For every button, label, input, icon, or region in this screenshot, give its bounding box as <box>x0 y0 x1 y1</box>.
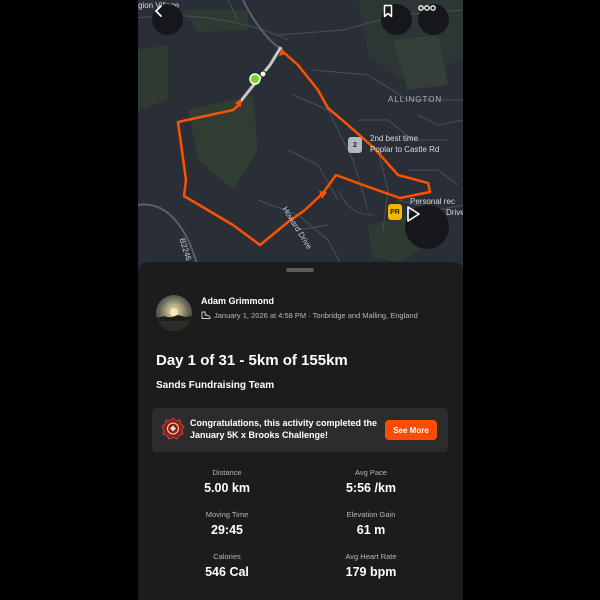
end-marker <box>259 70 267 78</box>
stat-value: 61 m <box>356 523 386 537</box>
stat-calories: Calories 546 Cal <box>152 552 302 579</box>
stat-avg-heart-rate: Avg Heart Rate 179 bpm <box>296 552 446 579</box>
stat-value: 546 Cal <box>205 565 249 579</box>
stat-label: Moving Time <box>205 510 249 519</box>
challenge-badge-icon <box>161 417 185 440</box>
segment-badge-text: 2 <box>353 141 357 149</box>
avatar-image <box>156 308 192 331</box>
club-name[interactable]: Sands Fundraising Team <box>156 380 274 391</box>
play-icon <box>407 206 420 222</box>
activity-screen: gion Village ALLINGTON Howard Drive B224… <box>138 0 463 600</box>
more-options-button[interactable] <box>418 4 449 35</box>
sheet-drag-handle[interactable] <box>286 268 314 272</box>
pr-badge[interactable]: PR <box>388 204 402 220</box>
stat-label: Distance <box>212 468 242 477</box>
bookmark-icon <box>383 4 393 18</box>
challenge-banner[interactable]: Congratulations, this activity completed… <box>152 408 448 452</box>
see-more-button[interactable]: See More <box>385 420 437 440</box>
activity-details-sheet[interactable]: Adam Grimmond January 1, 2026 at 4:58 PM… <box>138 262 463 600</box>
stat-value: 29:45 <box>211 523 243 537</box>
segment-badge[interactable]: 2 <box>348 137 362 153</box>
start-marker <box>249 73 261 85</box>
segment-label-1: 2nd best time <box>370 134 419 143</box>
save-route-button[interactable] <box>381 4 412 35</box>
activity-meta-text: January 1, 2026 at 4:58 PM · Tonbridge a… <box>214 311 418 320</box>
challenge-text: Congratulations, this activity completed… <box>190 418 378 440</box>
stat-label: Avg Heart Rate <box>345 552 397 561</box>
stat-value: 179 bpm <box>345 565 397 579</box>
segment-label-2: Poplar to Castle Rd <box>370 145 440 154</box>
pr-badge-text: PR <box>390 208 400 216</box>
route-map[interactable]: gion Village ALLINGTON Howard Drive B224… <box>138 0 463 268</box>
stat-value: 5.00 km <box>204 481 250 495</box>
activity-meta: January 1, 2026 at 4:58 PM · Tonbridge a… <box>201 311 418 320</box>
chevron-left-icon <box>154 5 162 17</box>
stat-avg-pace: Avg Pace 5:56 /km <box>296 468 446 495</box>
stat-label: Elevation Gain <box>346 510 396 519</box>
more-horizontal-icon <box>418 5 436 11</box>
stat-moving-time: Moving Time 29:45 <box>152 510 302 537</box>
activity-title: Day 1 of 31 - 5km of 155km <box>156 352 348 369</box>
flyover-play-button[interactable] <box>405 205 449 249</box>
shoe-icon <box>201 311 211 319</box>
pr-label-2: Drive <box>446 208 463 217</box>
map-area-label: ALLINGTON <box>388 95 443 104</box>
stat-distance: Distance 5.00 km <box>152 468 302 495</box>
athlete-name[interactable]: Adam Grimmond <box>201 296 274 306</box>
stat-elevation-gain: Elevation Gain 61 m <box>296 510 446 537</box>
stat-label: Avg Pace <box>355 468 387 477</box>
back-button[interactable] <box>152 4 183 35</box>
stat-value: 5:56 /km <box>345 481 397 495</box>
stat-label: Calories <box>213 552 241 561</box>
athlete-avatar[interactable] <box>156 295 192 331</box>
